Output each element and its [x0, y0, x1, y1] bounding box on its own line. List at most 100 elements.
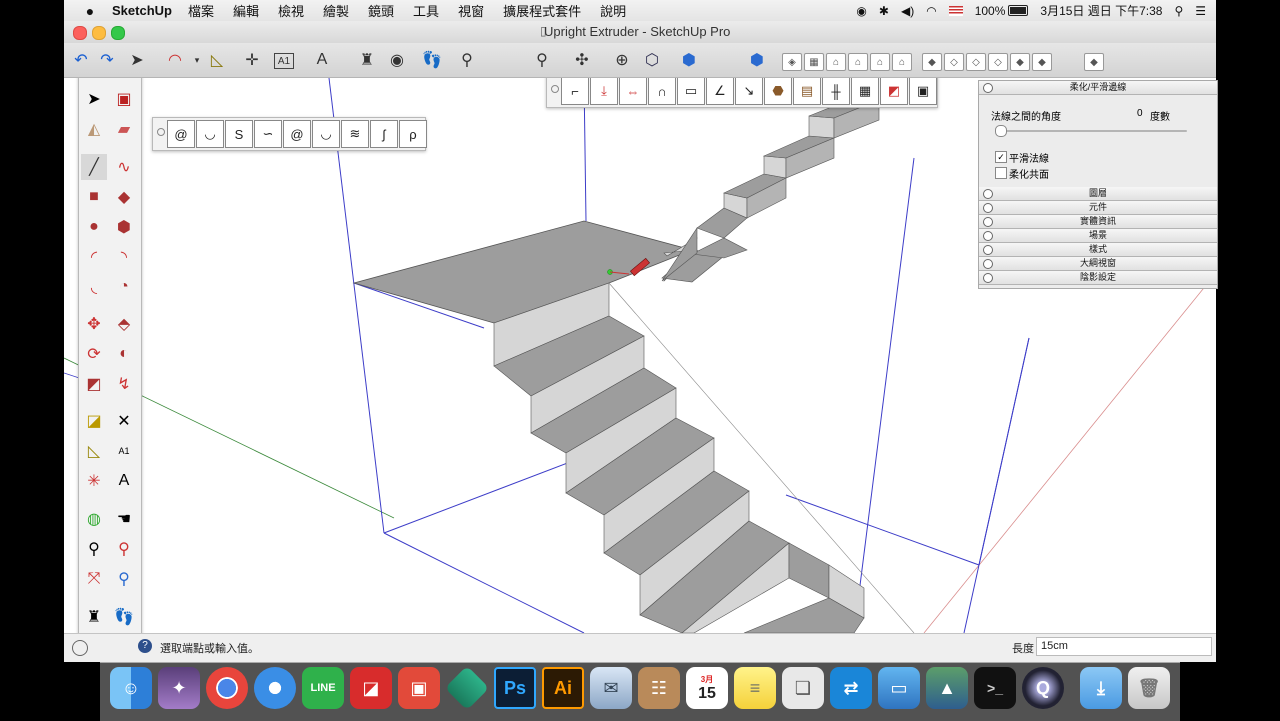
- look-around-icon[interactable]: ◉: [81, 626, 107, 633]
- contacts-icon[interactable]: ☷: [638, 667, 680, 709]
- lattice-icon[interactable]: ◩: [880, 78, 908, 105]
- minimize-window-button[interactable]: [92, 26, 106, 40]
- panel-toggle-icon[interactable]: [983, 203, 993, 213]
- menu-draw[interactable]: 繪製: [323, 1, 349, 20]
- menu-window[interactable]: 視窗: [458, 1, 484, 20]
- layout-icon[interactable]: ▣: [398, 667, 440, 709]
- orbit-icon[interactable]: ◍: [81, 506, 107, 532]
- record-icon[interactable]: ◉: [856, 4, 866, 18]
- move-icon[interactable]: ✥: [81, 311, 107, 337]
- 3d-text-icon[interactable]: A: [111, 468, 137, 494]
- pie-icon[interactable]: ◔: [111, 274, 137, 300]
- wifi-icon[interactable]: ◠: [926, 4, 936, 18]
- volume-icon[interactable]: ◀): [901, 4, 914, 18]
- menu-tools[interactable]: 工具: [413, 1, 439, 20]
- spread-icon[interactable]: ⇔: [619, 78, 647, 105]
- measurements-input[interactable]: 15cm: [1036, 637, 1212, 656]
- select-tool-icon[interactable]: ➤: [124, 47, 150, 73]
- select-icon[interactable]: ➤: [81, 86, 107, 112]
- pan-icon[interactable]: ⬡: [639, 47, 665, 73]
- u-curve-icon[interactable]: ◡: [312, 120, 340, 148]
- landing-platform[interactable]: [352, 220, 694, 324]
- help-icon[interactable]: ?: [138, 639, 152, 653]
- launchpad-icon[interactable]: ✦: [158, 667, 200, 709]
- zoom-window-button[interactable]: [111, 26, 125, 40]
- dimension-icon[interactable]: ✕: [111, 408, 137, 434]
- xray-style-icon[interactable]: ◆: [922, 53, 942, 71]
- wave-icon[interactable]: ∽: [254, 120, 282, 148]
- loop-icon[interactable]: ρ: [399, 120, 427, 148]
- tray-panel-styles[interactable]: 樣式: [979, 243, 1217, 257]
- menu-help[interactable]: 說明: [600, 1, 626, 20]
- 3d-text-tool-icon[interactable]: A: [309, 47, 335, 73]
- panel-toggle-icon[interactable]: [983, 245, 993, 255]
- teamviewer-icon[interactable]: ⇄: [830, 667, 872, 709]
- palette-drag-handle[interactable]: [84, 78, 134, 83]
- line-app-icon[interactable]: LINE: [302, 667, 344, 709]
- move-tool-icon[interactable]: ✣: [569, 47, 595, 73]
- palette-close-icon[interactable]: [551, 85, 559, 93]
- barrel-icon[interactable]: ⬣: [764, 78, 792, 105]
- tray-panel-header-soften[interactable]: 柔化/平滑邊線: [979, 81, 1217, 95]
- photoshop-icon[interactable]: Ps: [494, 667, 536, 709]
- tray-panel-scenes[interactable]: 場景: [979, 229, 1217, 243]
- line-tool-icon[interactable]: ╱: [81, 154, 107, 180]
- panel-toggle-icon[interactable]: [983, 189, 993, 199]
- smooth-normals-checkbox[interactable]: ✓: [995, 151, 1007, 163]
- curve-icon[interactable]: ◡: [196, 120, 224, 148]
- section-plane-icon[interactable]: ⬢: [676, 47, 702, 73]
- two-point-arc-icon[interactable]: ◝: [111, 244, 137, 270]
- previous-view-icon[interactable]: ⚲: [111, 566, 137, 592]
- zoom-icon[interactable]: ⚲: [81, 536, 107, 562]
- iso-view-icon[interactable]: ◈: [782, 53, 802, 71]
- position-camera-icon[interactable]: ♜: [354, 47, 380, 73]
- sketch-gem-icon[interactable]: [444, 665, 490, 711]
- undo-icon[interactable]: ↶: [68, 47, 94, 73]
- clock[interactable]: 3月15日 週日 下午7:38: [1040, 2, 1162, 19]
- pan-hand-icon[interactable]: ☚: [111, 506, 137, 532]
- panel-toggle-icon[interactable]: [983, 273, 993, 283]
- left-view-icon[interactable]: ⌂: [892, 53, 912, 71]
- eraser-icon[interactable]: ▰: [111, 116, 137, 142]
- corner-extrude-icon[interactable]: ⌐: [561, 78, 589, 105]
- paint-bucket-icon[interactable]: ◭: [81, 116, 107, 142]
- helix-icon[interactable]: @: [283, 120, 311, 148]
- lower-stair-flight[interactable]: [493, 282, 865, 633]
- text-tool-icon[interactable]: A1: [274, 53, 294, 69]
- flat-bar-icon[interactable]: ▭: [677, 78, 705, 105]
- apple-menu-icon[interactable]: ●: [80, 3, 100, 19]
- trash-icon[interactable]: 🗑: [1128, 667, 1170, 709]
- zoom-window-icon[interactable]: ⚲: [111, 536, 137, 562]
- wireframe-style-icon[interactable]: ◇: [944, 53, 964, 71]
- redo-icon[interactable]: ↷: [94, 47, 120, 73]
- scale-icon[interactable]: ◩: [81, 371, 107, 397]
- follow-me-icon[interactable]: ◐: [111, 341, 137, 367]
- top-view-icon[interactable]: ▦: [804, 53, 824, 71]
- three-point-arc-icon[interactable]: ◟: [81, 274, 107, 300]
- circle-icon[interactable]: ●: [81, 214, 107, 240]
- stack-icon[interactable]: ▦: [851, 78, 879, 105]
- spiral-icon[interactable]: @: [167, 120, 195, 148]
- path-icon[interactable]: ↘: [735, 78, 763, 105]
- panel-toggle-icon[interactable]: [983, 259, 993, 269]
- angle-slider-track[interactable]: [995, 125, 1187, 137]
- plank-icon[interactable]: ▤: [793, 78, 821, 105]
- back-edges-style-icon[interactable]: ◆: [1084, 53, 1104, 71]
- terminal-icon[interactable]: >_: [974, 667, 1016, 709]
- quicktime-icon[interactable]: Q: [1022, 667, 1064, 709]
- search-icon[interactable]: ⚲: [1174, 4, 1183, 18]
- walk-tool-icon[interactable]: 👣: [419, 47, 445, 73]
- rail-icon[interactable]: ╫: [822, 78, 850, 105]
- shaded-textures-style-icon[interactable]: ◆: [1010, 53, 1030, 71]
- look-around-icon[interactable]: ◉: [384, 47, 410, 73]
- preview-icon[interactable]: ❏: [782, 667, 824, 709]
- arc-icon[interactable]: ◜: [81, 244, 107, 270]
- sketchup-icon[interactable]: ◪: [350, 667, 392, 709]
- section-plane-icon[interactable]: ⊕: [111, 626, 137, 633]
- make-component-icon[interactable]: ▣: [111, 86, 137, 112]
- flag-icon[interactable]: [948, 5, 963, 16]
- bluetooth-icon[interactable]: ✱: [879, 4, 889, 18]
- push-down-icon[interactable]: ⤓: [590, 78, 618, 105]
- menu-view[interactable]: 檢視: [278, 1, 304, 20]
- app-menu[interactable]: SketchUp: [112, 3, 172, 18]
